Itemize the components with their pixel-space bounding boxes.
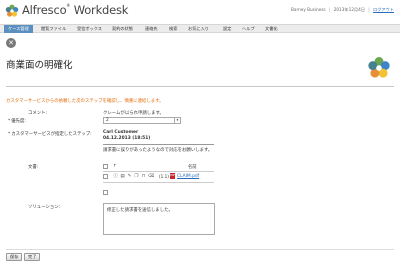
- nav-item-inbox[interactable]: 受信ボックス: [73, 25, 106, 33]
- logout-link[interactable]: ログアウト: [373, 7, 394, 12]
- priority-select-value: 2: [106, 118, 109, 123]
- alfresco-flower-icon: [368, 57, 390, 78]
- alfresco-flower-icon: [5, 4, 19, 17]
- nav-item-case-management[interactable]: ケース管理: [4, 25, 33, 33]
- registered-mark: ®: [66, 3, 71, 8]
- comment-value: クレームが以られ申請します。: [103, 111, 164, 116]
- info-icon[interactable]: ⓘ: [113, 174, 118, 179]
- priority-label-text: 優先度:: [11, 119, 26, 124]
- close-icon[interactable]: ✕: [6, 38, 16, 48]
- main-nav: ケース管理 閲覧ファイル 受信ボックス 契約の状態 連絡先 検索 お気に入り 設…: [0, 24, 400, 33]
- document-version: (1.1): [159, 174, 169, 179]
- lock-icon[interactable]: ⊓: [141, 174, 146, 179]
- app-header: Alfresco® Workdesk Barney Business | 201…: [0, 0, 400, 22]
- nav-item-contract-status[interactable]: 契約の状態: [108, 25, 137, 33]
- save-button[interactable]: 保存: [6, 253, 23, 261]
- customer-step-label-text: カスタマーサービスが指定したステップ:: [11, 132, 92, 137]
- separator: |: [328, 7, 331, 12]
- complete-button[interactable]: 完了: [24, 253, 41, 261]
- title-divider: [6, 86, 394, 87]
- app-logo-text: Alfresco® Workdesk: [22, 3, 128, 17]
- required-mark: *: [8, 132, 11, 137]
- documents-divider: [103, 171, 214, 172]
- chevron-down-icon: ▾: [174, 118, 180, 123]
- customer-date: 04.12.2013 (18:51): [103, 136, 151, 141]
- required-mark: *: [8, 119, 11, 124]
- delete-icon[interactable]: ⌫: [148, 174, 154, 179]
- nav-item-search[interactable]: 検索: [165, 25, 181, 33]
- user-area: Barney Business | 2013年12月4日 | ログアウト: [291, 7, 394, 13]
- name-column-header[interactable]: 名前: [188, 164, 197, 170]
- select-all-checkbox[interactable]: [103, 164, 108, 169]
- page-title: 商業面の明確化: [6, 60, 73, 71]
- edit-icon[interactable]: ✎: [127, 174, 132, 179]
- product-name: Workdesk: [73, 3, 129, 17]
- option-checkbox[interactable]: [103, 190, 108, 195]
- documents-label: 文書:: [28, 165, 39, 170]
- customer-name: Carl Customer: [103, 130, 139, 135]
- nav-item-contacts[interactable]: 連絡先: [141, 25, 162, 33]
- nav-item-help[interactable]: ヘルプ: [238, 25, 259, 33]
- priority-label: *優先度:: [8, 118, 26, 124]
- comment-label: コメント:: [28, 111, 48, 116]
- nav-item-favorites[interactable]: お気に入り: [184, 25, 213, 33]
- copy-icon[interactable]: ❐: [134, 174, 139, 179]
- document-row[interactable]: ⓘ ▤ ✎ ❐ ⊓ ⌫ (1.1) PDF CLAIM.pdf: [103, 173, 214, 181]
- document-link[interactable]: CLAIM.pdf: [177, 174, 199, 179]
- user-name: Barney Business: [291, 7, 326, 12]
- document-icon[interactable]: ▤: [120, 174, 125, 179]
- current-date: 2013年12月4日: [333, 7, 365, 12]
- solution-label: ソリューション:: [28, 205, 61, 210]
- instruction-text: カスタマーサービスからの依頼した次のステップを確認し、慎重に連結します。: [6, 99, 164, 104]
- sort-column-header[interactable]: ↑: [113, 164, 117, 169]
- documents-table-header: ↑ 名前: [103, 164, 214, 171]
- solution-textarea[interactable]: 修正した請求書を送信しました。: [103, 203, 215, 235]
- document-checkbox[interactable]: [103, 174, 108, 179]
- solution-text: 修正した請求書を送信しました。: [107, 208, 173, 213]
- customer-step-label: *カスタマーサービスが指定したステップ:: [8, 131, 92, 137]
- customer-divider: [103, 144, 214, 145]
- nav-item-documentation[interactable]: 文書化: [261, 25, 282, 33]
- documents-divider: [103, 182, 214, 183]
- nav-item-browse-files[interactable]: 閲覧ファイル: [37, 25, 70, 33]
- nav-item-settings[interactable]: 設定: [219, 25, 235, 33]
- footer-divider: [6, 249, 394, 250]
- separator: |: [368, 7, 370, 12]
- priority-select[interactable]: 2 ▾: [103, 117, 181, 124]
- customer-message: 請求書に誤りがあったようなので対応をお願いします。: [103, 148, 213, 153]
- pdf-file-icon: PDF: [170, 173, 176, 179]
- app-name: Alfresco: [22, 3, 67, 17]
